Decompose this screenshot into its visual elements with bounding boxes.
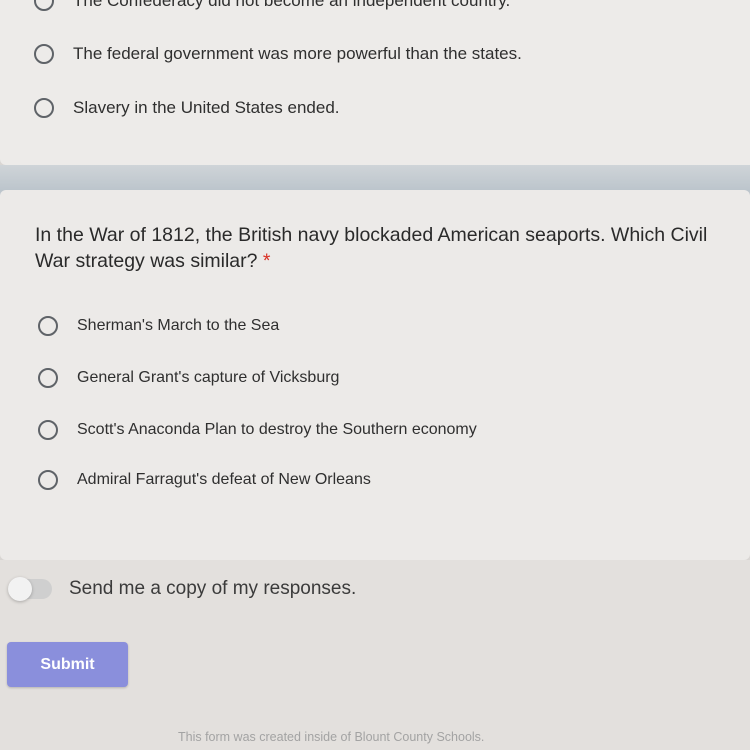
- option-label: Admiral Farragut's defeat of New Orleans: [77, 471, 371, 488]
- question-text: In the War of 1812, the British navy blo…: [35, 224, 708, 272]
- option-sherman[interactable]: Sherman's March to the Sea: [38, 316, 279, 336]
- option-label: The Confederacy did not become an indepe…: [73, 0, 511, 10]
- option-label: The federal government was more powerful…: [73, 44, 522, 63]
- radio-button[interactable]: [38, 316, 58, 336]
- radio-button[interactable]: [38, 368, 58, 388]
- radio-button[interactable]: [34, 98, 54, 118]
- radio-button[interactable]: [34, 0, 54, 11]
- option-grant[interactable]: General Grant's capture of Vicksburg: [38, 368, 339, 388]
- prev-option-2[interactable]: The federal government was more powerful…: [34, 44, 522, 64]
- radio-button[interactable]: [34, 44, 54, 64]
- option-anaconda[interactable]: Scott's Anaconda Plan to destroy the Sou…: [38, 420, 477, 440]
- prev-option-1[interactable]: The Confederacy did not become an indepe…: [34, 0, 510, 11]
- required-marker: *: [262, 250, 271, 272]
- footer-note: This form was created inside of Blount C…: [178, 730, 485, 744]
- option-label: Scott's Anaconda Plan to destroy the Sou…: [77, 421, 477, 438]
- send-copy-toggle-row[interactable]: Send me a copy of my responses.: [8, 577, 357, 601]
- send-copy-toggle[interactable]: [8, 577, 52, 601]
- toggle-knob: [8, 577, 32, 601]
- prev-option-3[interactable]: Slavery in the United States ended.: [34, 98, 340, 118]
- option-label: Slavery in the United States ended.: [73, 98, 340, 117]
- radio-button[interactable]: [38, 420, 58, 440]
- submit-button[interactable]: Submit: [7, 642, 128, 687]
- option-label: General Grant's capture of Vicksburg: [77, 369, 340, 386]
- option-farragut[interactable]: Admiral Farragut's defeat of New Orleans: [38, 470, 371, 490]
- question-title: In the War of 1812, the British navy blo…: [35, 222, 735, 274]
- radio-button[interactable]: [38, 470, 58, 490]
- send-copy-label: Send me a copy of my responses.: [69, 578, 357, 599]
- option-label: Sherman's March to the Sea: [77, 317, 280, 334]
- previous-question-card: [0, 0, 750, 165]
